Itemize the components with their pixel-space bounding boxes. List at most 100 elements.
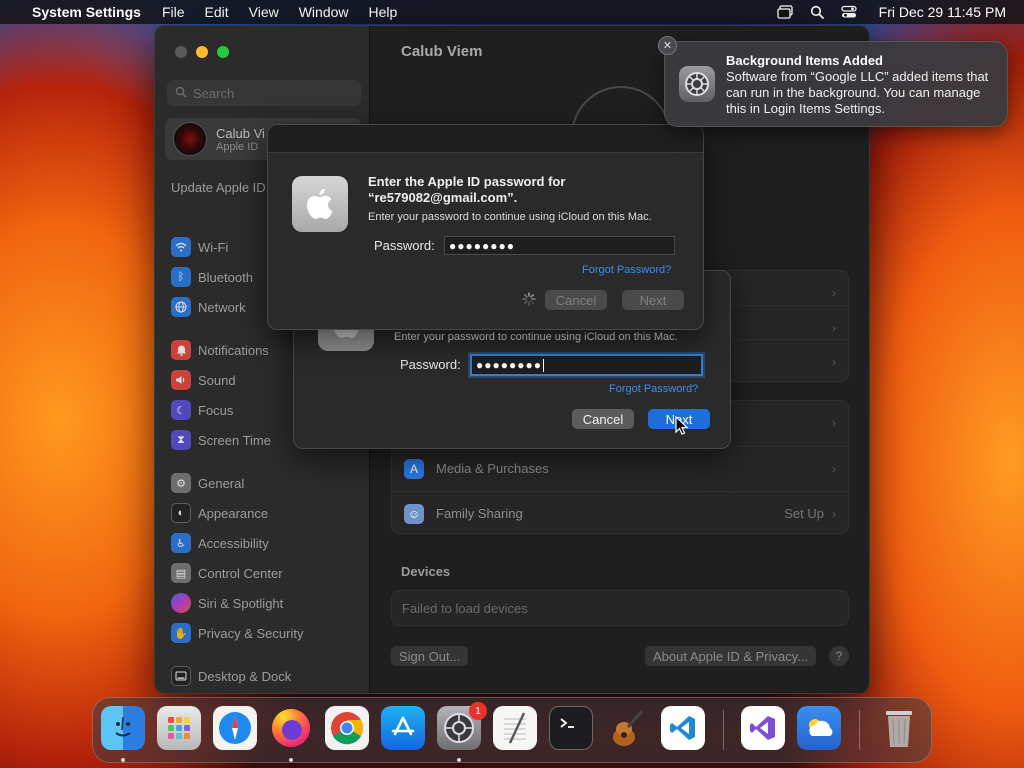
cancel-button[interactable]: Cancel bbox=[545, 290, 607, 310]
dialog-titlebar bbox=[268, 125, 703, 153]
notification-close-button[interactable]: ✕ bbox=[658, 36, 677, 55]
chevron-right-icon: › bbox=[832, 461, 836, 476]
sidebar-item-accessibility[interactable]: ♿ Accessibility bbox=[171, 528, 361, 558]
zoom-window-button[interactable] bbox=[217, 46, 229, 58]
running-indicator bbox=[289, 758, 293, 762]
password-input[interactable]: ●●●●●●●● bbox=[444, 236, 675, 255]
sidebar-search-input[interactable]: Search bbox=[167, 80, 361, 106]
bluetooth-icon: ᛒ bbox=[171, 267, 191, 287]
forgot-password-link[interactable]: Forgot Password? bbox=[582, 264, 671, 276]
moon-icon: ☾ bbox=[171, 400, 191, 420]
menu-help[interactable]: Help bbox=[369, 4, 398, 20]
devices-list: Failed to load devices bbox=[391, 590, 849, 626]
devices-error: Failed to load devices bbox=[402, 600, 528, 616]
vscode-icon[interactable] bbox=[661, 706, 705, 750]
menu-view[interactable]: View bbox=[249, 4, 279, 20]
sidebar-item-label: Network bbox=[198, 299, 246, 315]
sidebar-item-control-center[interactable]: ▤ Control Center bbox=[171, 558, 361, 588]
search-placeholder: Search bbox=[193, 85, 235, 101]
finder-icon[interactable] bbox=[101, 706, 145, 750]
password-label: Password: bbox=[400, 357, 461, 372]
next-button[interactable]: Next bbox=[622, 290, 684, 310]
row-value: Set Up bbox=[784, 506, 824, 521]
notification-banner[interactable]: Background Items Added Software from “Go… bbox=[664, 41, 1008, 127]
accessibility-icon: ♿ bbox=[171, 533, 191, 553]
sidebar-item-label: Accessibility bbox=[198, 535, 269, 551]
row-label: Media & Purchases bbox=[436, 461, 549, 476]
help-button[interactable]: ? bbox=[829, 646, 849, 666]
forgot-password-link[interactable]: Forgot Password? bbox=[609, 383, 698, 395]
screen-mirroring-icon[interactable] bbox=[776, 5, 793, 19]
sidebar-item-privacy-security[interactable]: ✋ Privacy & Security bbox=[171, 618, 361, 648]
visual-studio-icon[interactable] bbox=[741, 706, 785, 750]
dock-separator bbox=[859, 710, 860, 750]
notification-body: Software from “Google LLC” added items t… bbox=[726, 69, 989, 116]
weather-icon[interactable] bbox=[797, 706, 841, 750]
mouse-pointer-icon bbox=[675, 416, 689, 435]
menu-edit[interactable]: Edit bbox=[205, 4, 229, 20]
sidebar-item-label: General bbox=[198, 475, 245, 491]
running-indicator bbox=[121, 758, 125, 762]
sidebar-item-label: Privacy & Security bbox=[198, 625, 304, 641]
system-settings-icon bbox=[679, 66, 715, 102]
spotlight-search-icon[interactable] bbox=[809, 5, 825, 19]
speaker-icon bbox=[171, 370, 191, 390]
app-store-icon[interactable] bbox=[381, 706, 425, 750]
dock-icon bbox=[171, 666, 191, 686]
password-label: Password: bbox=[374, 238, 435, 253]
sidebar-item-label: Siri & Spotlight bbox=[198, 595, 284, 611]
menu-window[interactable]: Window bbox=[299, 4, 349, 20]
sidebar-item-label: Notifications bbox=[198, 342, 269, 358]
running-indicator bbox=[457, 758, 461, 762]
account-subtitle: Apple ID bbox=[216, 140, 259, 153]
minimize-window-button[interactable] bbox=[196, 46, 208, 58]
avatar bbox=[173, 122, 207, 156]
close-window-button[interactable] bbox=[175, 46, 187, 58]
chevron-right-icon: › bbox=[832, 506, 836, 521]
menu-clock[interactable]: Fri Dec 29 11:45 PM bbox=[879, 4, 1006, 20]
sidebar-item-siri-spotlight[interactable]: Siri & Spotlight bbox=[171, 588, 361, 618]
dialog-subtitle: Enter your password to continue using iC… bbox=[368, 211, 652, 223]
notification-title: Background Items Added bbox=[726, 53, 883, 68]
password-value: ●●●●●●●● bbox=[449, 238, 515, 253]
menu-bar: System Settings File Edit View Window He… bbox=[0, 0, 1024, 24]
sign-out-button[interactable]: Sign Out... bbox=[391, 646, 469, 666]
instruments-icon[interactable] bbox=[605, 706, 649, 750]
bell-icon bbox=[171, 340, 191, 360]
safari-icon[interactable] bbox=[213, 706, 257, 750]
dialog-heading: Enter the Apple ID password for “re57908… bbox=[368, 174, 566, 205]
launchpad-icon[interactable] bbox=[157, 706, 201, 750]
about-apple-id-privacy-button[interactable]: About Apple ID & Privacy... bbox=[645, 646, 817, 666]
family-sharing-row[interactable]: ☺ Family Sharing Set Up › bbox=[392, 491, 848, 535]
textedit-icon[interactable] bbox=[493, 706, 537, 750]
chevron-right-icon: › bbox=[832, 416, 836, 430]
menu-file[interactable]: File bbox=[162, 4, 185, 20]
chrome-icon[interactable] bbox=[325, 706, 369, 750]
app-store-icon: A bbox=[404, 458, 424, 479]
notification-badge: 1 bbox=[469, 702, 487, 720]
cancel-button[interactable]: Cancel bbox=[572, 409, 634, 429]
terminal-icon[interactable] bbox=[549, 706, 593, 750]
firefox-icon[interactable] bbox=[269, 706, 313, 750]
family-icon: ☺ bbox=[404, 503, 424, 524]
gear-icon: ⚙ bbox=[171, 473, 191, 493]
text-caret bbox=[542, 358, 544, 372]
sidebar-item-label: Wi-Fi bbox=[198, 239, 229, 255]
pane-title: Calub Viem bbox=[401, 43, 483, 60]
trash-icon[interactable] bbox=[877, 706, 921, 750]
hand-icon: ✋ bbox=[171, 623, 191, 643]
media-purchases-row[interactable]: A Media & Purchases › bbox=[392, 446, 848, 490]
sidebar-item-general[interactable]: ⚙ General bbox=[171, 468, 361, 498]
sidebar-item-desktop-dock[interactable]: Desktop & Dock bbox=[171, 661, 361, 691]
menu-app-name[interactable]: System Settings bbox=[32, 4, 141, 20]
account-name: Calub Vi bbox=[216, 125, 265, 141]
control-center-icon: ▤ bbox=[171, 563, 191, 583]
control-center-icon[interactable] bbox=[840, 5, 857, 19]
password-input[interactable]: ●●●●●●●● bbox=[470, 354, 703, 376]
devices-heading: Devices bbox=[401, 564, 451, 579]
sidebar-item-label: Desktop & Dock bbox=[198, 668, 292, 684]
apple-logo-icon bbox=[292, 176, 348, 232]
sidebar-item-appearance[interactable]: ◐ Appearance bbox=[171, 498, 361, 528]
password-value: ●●●●●●●● bbox=[476, 358, 542, 372]
